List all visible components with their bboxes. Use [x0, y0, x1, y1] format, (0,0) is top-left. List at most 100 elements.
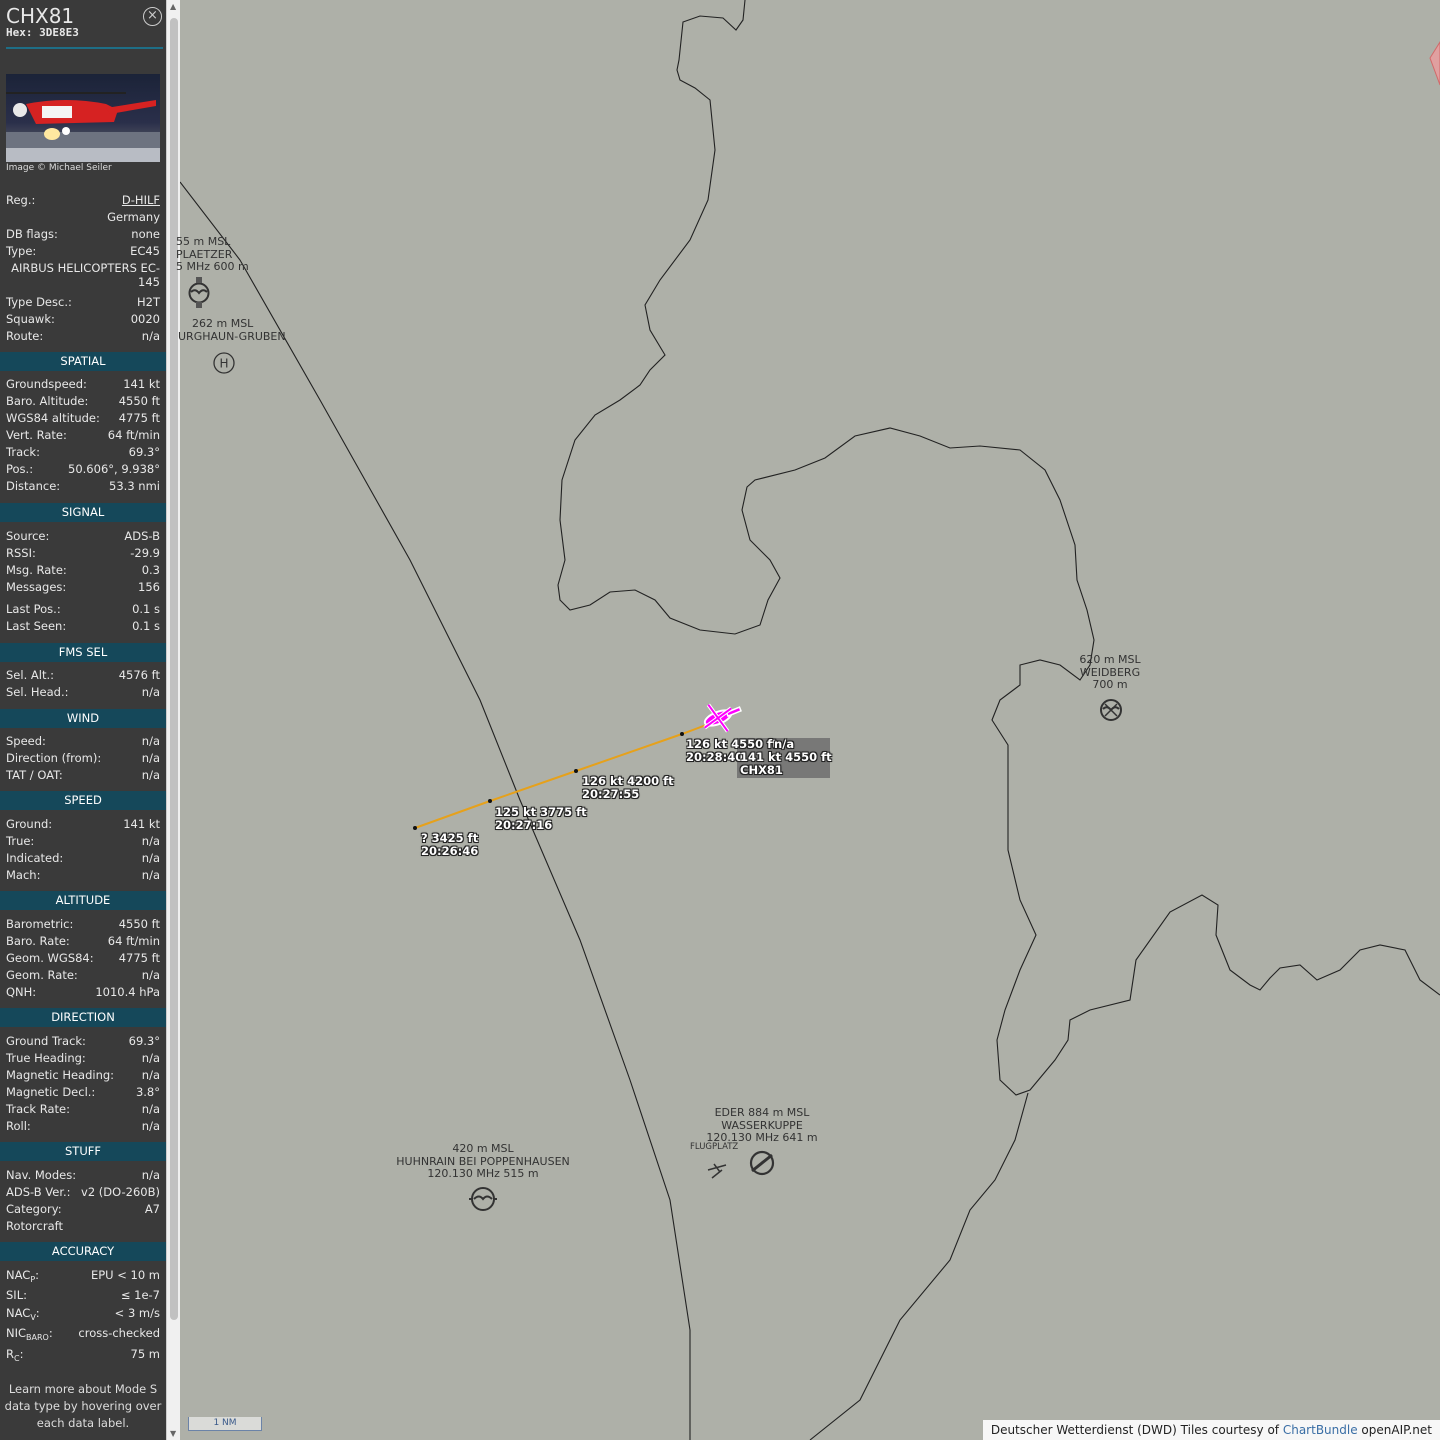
- airfield-label: 262 m MSL URGHAUN-GRUBEN: [178, 317, 286, 343]
- wind-label: TAT / OAT:: [6, 768, 63, 782]
- speed-label: Mach:: [6, 868, 41, 882]
- trail-point: [413, 826, 417, 830]
- direction-row: Track Rate: n/a: [6, 1101, 160, 1118]
- direction-value: n/a: [141, 1119, 160, 1133]
- dbflags-label: DB flags:: [6, 227, 58, 241]
- signal-value: 0.1 s: [132, 619, 160, 633]
- section-spatial: SPATIAL: [0, 352, 166, 371]
- signal-row: Msg. Rate: 0.3: [6, 562, 160, 579]
- spatial-label: Vert. Rate:: [6, 428, 67, 442]
- direction-value: 3.8°: [135, 1085, 160, 1099]
- wind-value: n/a: [141, 751, 160, 765]
- country-row: Germany: [6, 209, 160, 226]
- direction-value: n/a: [141, 1068, 160, 1082]
- direction-row: True Heading: n/a: [6, 1050, 160, 1067]
- fms-row: Sel. Alt.: 4576 ft: [6, 667, 160, 684]
- speed-value: 141 kt: [123, 817, 160, 831]
- close-icon[interactable]: ×: [143, 7, 162, 26]
- trail-label: 125 kt 3775 ft 20:27:16: [495, 805, 587, 832]
- direction-row: Magnetic Decl.: 3.8°: [6, 1084, 160, 1101]
- reg-row: Reg.: D-HILF: [6, 192, 160, 209]
- glider-field-icon: [469, 1187, 497, 1211]
- signal-value: 0.3: [141, 563, 160, 577]
- signal-row: Source: ADS-B: [6, 528, 160, 545]
- signal-label: Messages:: [6, 580, 67, 594]
- direction-label: Roll:: [6, 1119, 31, 1133]
- type-name: AIRBUS HELICOPTERS EC-145: [11, 261, 160, 289]
- typedesc-row: Type Desc.: H2T: [6, 294, 160, 311]
- spatial-row: Groundspeed: 141 kt: [6, 376, 160, 393]
- trail-point: [574, 769, 578, 773]
- spatial-label: Track:: [6, 445, 40, 459]
- map-layers: H: [180, 0, 1440, 1440]
- aircraft-header: CHX81 Hex: 3DE8E3: [6, 4, 79, 39]
- signal-value: -29.9: [130, 546, 160, 560]
- airfield-label: 55 m MSL PLAETZER 5 MHz 600 m: [176, 235, 249, 273]
- altitude-label: QNH:: [6, 985, 37, 999]
- registration-link[interactable]: D-HILF: [122, 192, 160, 209]
- altitude-row: Baro. Rate: 64 ft/min: [6, 933, 160, 950]
- spatial-value: 53.3 nmi: [109, 479, 160, 493]
- scrollbar-thumb[interactable]: [170, 18, 178, 1320]
- speed-row: Ground: 141 kt: [6, 816, 160, 833]
- trail-label: 126 kt 4200 ft 20:27:55: [582, 774, 674, 801]
- altitude-value: 64 ft/min: [107, 934, 160, 948]
- section-accuracy: ACCURACY: [0, 1242, 166, 1261]
- route-row: Route: n/a: [6, 328, 160, 345]
- spatial-row: Pos.: 50.606°, 9.938°: [6, 461, 160, 478]
- map-canvas[interactable]: H 55 m MSL PLAETZER 5 MHz 600 m 262 m MS…: [176, 0, 1440, 1440]
- spatial-label: Baro. Altitude:: [6, 394, 89, 408]
- sidebar-scrollbar[interactable]: ▲ ▼: [166, 0, 180, 1440]
- squawk-value: 0020: [130, 312, 160, 326]
- nicbaro-row: NICBARO: cross-checked: [6, 1325, 160, 1342]
- scroll-up-icon[interactable]: ▲: [170, 2, 176, 11]
- dbflags-value: none: [131, 227, 160, 241]
- altitude-value: 4775 ft: [118, 951, 160, 965]
- route-value: n/a: [141, 329, 160, 343]
- aircraft-info-sidebar: CHX81 Hex: 3DE8E3 × Image © Michael Seil…: [0, 0, 166, 1440]
- section-direction: DIRECTION: [0, 1008, 166, 1027]
- stuff-row: ADS-B Ver.: v2 (DO-260B): [6, 1184, 160, 1201]
- restricted-area-corner: [1429, 41, 1440, 86]
- speed-row: True: n/a: [6, 833, 160, 850]
- spatial-value: 50.606°, 9.938°: [68, 462, 160, 476]
- map-attribution: Deutscher Wetterdienst (DWD) Tiles court…: [982, 1420, 1440, 1440]
- typedesc-value: H2T: [137, 295, 160, 309]
- stuff-value: A7: [144, 1202, 160, 1216]
- chartbundle-link[interactable]: ChartBundle: [1283, 1423, 1358, 1437]
- nacv-row: NACV: < 3 m/s: [6, 1305, 160, 1322]
- direction-value: 69.3°: [128, 1034, 160, 1048]
- signal-label: Source:: [6, 529, 50, 543]
- fms-label: Sel. Head.:: [6, 685, 69, 699]
- direction-value: n/a: [141, 1102, 160, 1116]
- altitude-row: Geom. WGS84: 4775 ft: [6, 950, 160, 967]
- section-altitude: ALTITUDE: [0, 891, 166, 910]
- altitude-label: Geom. WGS84:: [6, 951, 94, 965]
- flugplatz-label: FLUGPLATZ: [690, 1142, 739, 1152]
- signal-label: RSSI:: [6, 546, 36, 560]
- sil-value: ≤ 1e-7: [120, 1288, 160, 1302]
- country-value: Germany: [107, 210, 160, 224]
- direction-label: Ground Track:: [6, 1034, 86, 1048]
- signal-value: 156: [138, 580, 160, 594]
- altitude-value: n/a: [141, 968, 160, 982]
- altitude-label: Barometric:: [6, 917, 74, 931]
- stuff-value: v2 (DO-260B): [81, 1185, 160, 1199]
- glider-field-icon: [188, 277, 210, 308]
- trail-label: ? 3425 ft 20:26:46: [421, 831, 479, 858]
- section-fms: FMS SEL: [0, 643, 166, 662]
- squawk-row: Squawk: 0020: [6, 311, 160, 328]
- direction-row: Magnetic Heading: n/a: [6, 1067, 160, 1084]
- stuff-label: ADS-B Ver.:: [6, 1185, 71, 1199]
- route-label: Route:: [6, 329, 44, 343]
- reg-label: Reg.:: [6, 193, 36, 207]
- squawk-label: Squawk:: [6, 312, 55, 326]
- aircraft-photo[interactable]: [6, 74, 160, 162]
- altitude-value: 1010.4 hPa: [95, 985, 160, 999]
- direction-label: Track Rate:: [6, 1102, 70, 1116]
- scroll-down-icon[interactable]: ▼: [170, 1429, 176, 1438]
- speed-value: n/a: [141, 851, 160, 865]
- heliport-icon: H: [213, 352, 235, 374]
- spatial-label: WGS84 altitude:: [6, 411, 100, 425]
- nacv-label: NACV:: [6, 1306, 40, 1322]
